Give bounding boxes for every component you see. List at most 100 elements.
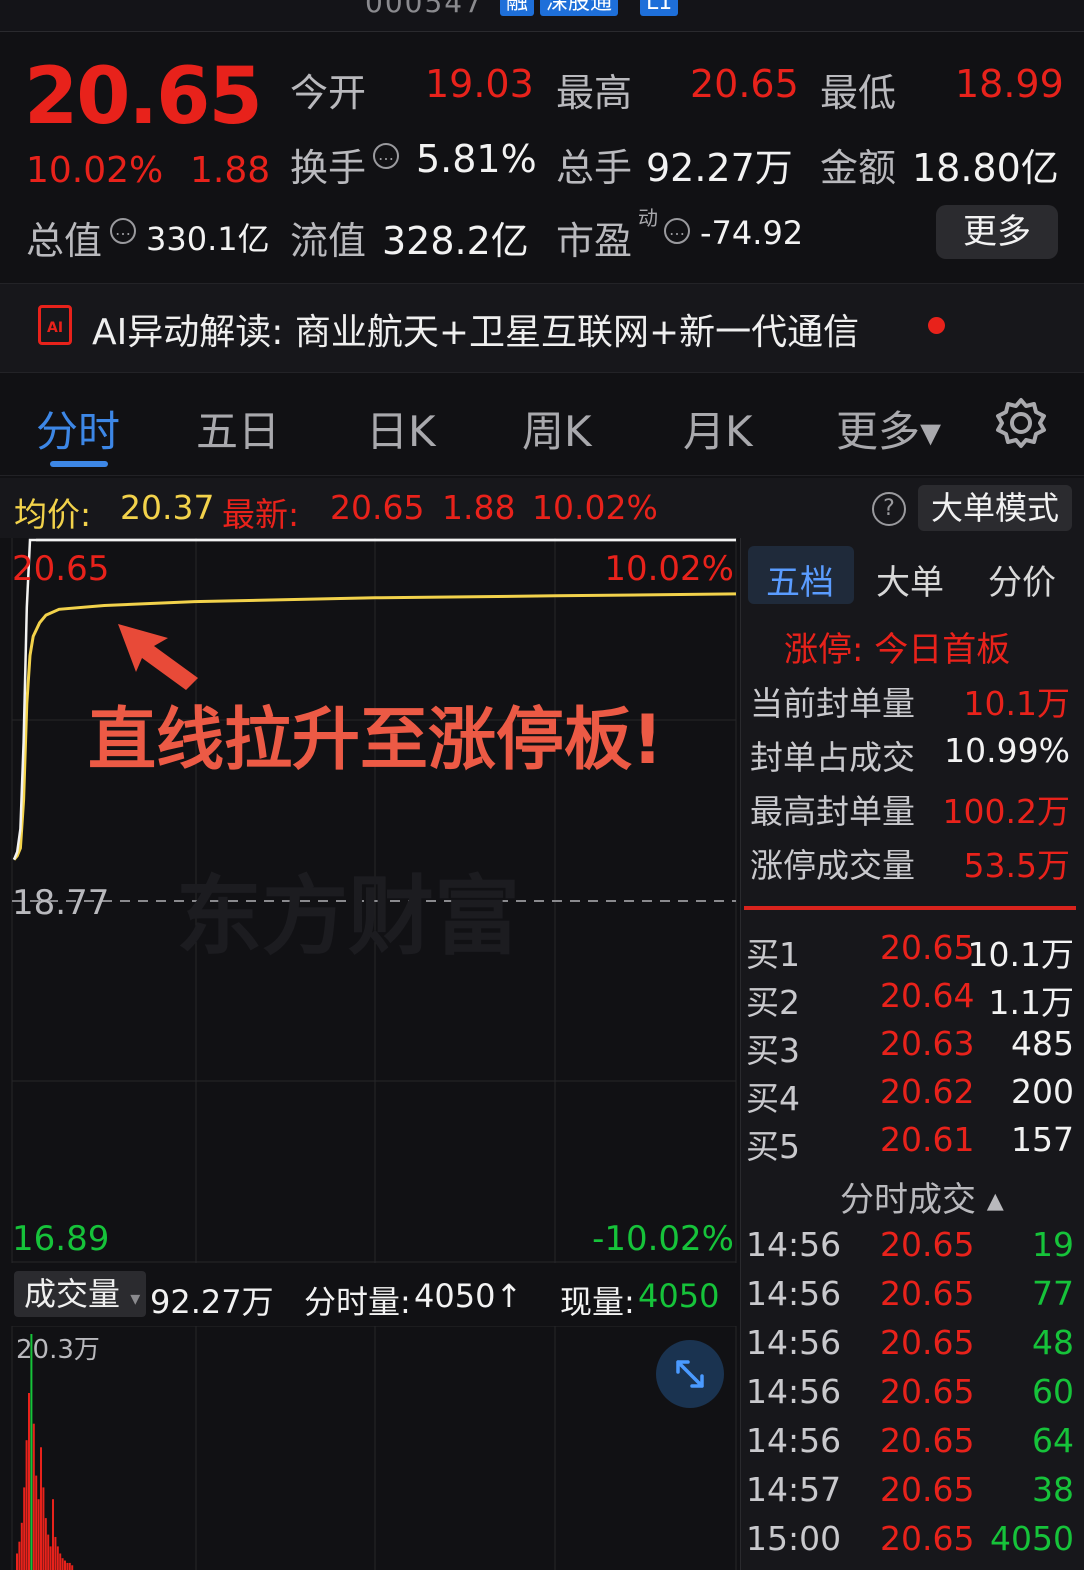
total-cap-value: 330.1亿 bbox=[146, 220, 270, 258]
limit-up-title: 涨停: 今日首板 bbox=[784, 630, 1011, 670]
volume-bar bbox=[35, 1475, 38, 1570]
tab-level5[interactable]: 五档 bbox=[766, 555, 834, 604]
tab-more[interactable]: 更多▾ bbox=[836, 398, 941, 459]
amount-value: 18.80亿 bbox=[912, 146, 1059, 190]
bid-price: 20.62 bbox=[880, 1072, 975, 1111]
divider bbox=[744, 906, 1076, 910]
seal-row-label: 当前封单量 bbox=[750, 684, 915, 723]
trade-price: 20.65 bbox=[880, 1274, 975, 1313]
volume-total: 92.27万 bbox=[150, 1283, 274, 1321]
avg-label: 均价: bbox=[14, 495, 92, 534]
trade-qty: 60 bbox=[1032, 1372, 1074, 1411]
seal-row-value: 10.99% bbox=[944, 731, 1070, 770]
total-cap-info-icon[interactable]: … bbox=[110, 218, 136, 244]
volume-bar bbox=[32, 1423, 35, 1570]
axis-top-price: 20.65 bbox=[12, 549, 109, 589]
volume-bar bbox=[66, 1562, 69, 1570]
expand-chart-button[interactable] bbox=[656, 1340, 724, 1408]
trade-price: 20.65 bbox=[880, 1519, 975, 1558]
volume-bar bbox=[56, 1546, 59, 1570]
tab-price-distribution[interactable]: 分价 bbox=[988, 555, 1056, 604]
bid-label: 买5 bbox=[746, 1127, 800, 1166]
high-label: 最高 bbox=[556, 71, 633, 115]
volume-bar bbox=[42, 1487, 45, 1570]
volume-grid bbox=[11, 1326, 737, 1570]
bid-qty: 157 bbox=[1011, 1120, 1074, 1159]
open-value: 19.03 bbox=[425, 62, 534, 106]
bid-qty: 1.1万 bbox=[988, 983, 1074, 1022]
seal-row-value: 10.1万 bbox=[963, 684, 1070, 723]
latest-value: 20.65 bbox=[330, 488, 425, 527]
trade-qty: 38 bbox=[1032, 1470, 1074, 1509]
turnover-label: 换手 bbox=[290, 146, 367, 190]
more-button[interactable]: 更多 bbox=[936, 205, 1058, 259]
annotation-arrow bbox=[118, 624, 198, 690]
volume-value: 92.27万 bbox=[646, 146, 793, 190]
settings-gear-icon[interactable] bbox=[994, 396, 1048, 450]
big-order-mode-button[interactable]: 大单模式 bbox=[918, 485, 1072, 531]
turnover-info-icon[interactable]: … bbox=[373, 143, 399, 169]
watermark: 东方财富 bbox=[176, 867, 520, 967]
float-cap-value: 328.2亿 bbox=[382, 219, 529, 263]
volume-bars bbox=[16, 1334, 74, 1570]
seal-row-value: 53.5万 bbox=[963, 846, 1070, 885]
expand-icon bbox=[676, 1360, 704, 1388]
volume-bar bbox=[40, 1447, 42, 1570]
axis-top-percent: 10.02% bbox=[604, 549, 734, 589]
connect-tag: 深股通 bbox=[540, 0, 619, 16]
tab-intraday[interactable]: 分时 bbox=[36, 398, 120, 459]
help-icon[interactable]: ? bbox=[872, 492, 906, 526]
trade-qty: 4050 bbox=[990, 1519, 1074, 1558]
bid-qty: 200 bbox=[1011, 1072, 1074, 1111]
bid-label: 买2 bbox=[746, 983, 800, 1022]
trade-time: 14:56 bbox=[746, 1274, 842, 1313]
trade-price: 20.65 bbox=[880, 1470, 975, 1509]
volume-bar bbox=[47, 1534, 50, 1570]
volume-bar bbox=[16, 1553, 18, 1570]
latest-label: 最新: bbox=[222, 495, 300, 534]
trade-qty: 48 bbox=[1032, 1323, 1074, 1362]
volume-chart[interactable]: 20.3万 bbox=[0, 1326, 740, 1570]
trades-title[interactable]: 分时成交 ▴ bbox=[840, 1172, 1004, 1221]
tab-big-orders[interactable]: 大单 bbox=[876, 555, 944, 604]
bid-qty: 485 bbox=[1011, 1024, 1074, 1063]
volume-indicator-select[interactable]: 成交量 ▾ bbox=[14, 1271, 146, 1317]
volume-bar bbox=[71, 1565, 74, 1570]
trade-price: 20.65 bbox=[880, 1372, 975, 1411]
low-value: 18.99 bbox=[955, 62, 1064, 106]
axis-bottom-price: 16.89 bbox=[12, 1219, 109, 1259]
tab-monthly-k[interactable]: 月K bbox=[683, 398, 753, 459]
latest-percent: 10.02% bbox=[532, 488, 658, 527]
volume-bar bbox=[20, 1522, 23, 1570]
trade-qty: 64 bbox=[1032, 1421, 1074, 1460]
trade-qty: 19 bbox=[1032, 1225, 1074, 1264]
tab-five-day[interactable]: 五日 bbox=[196, 398, 280, 459]
volume-bar bbox=[49, 1546, 52, 1570]
seal-row-label: 封单占成交 bbox=[750, 738, 915, 777]
minute-volume-label: 分时量: bbox=[304, 1283, 411, 1321]
bid-price: 20.63 bbox=[880, 1024, 975, 1063]
pe-value: -74.92 bbox=[700, 214, 804, 252]
volume-scale-label: 20.3万 bbox=[16, 1335, 100, 1365]
stock-code: 000547 bbox=[365, 0, 484, 19]
annotation-text: 直线拉升至涨停板! bbox=[88, 701, 663, 780]
tab-weekly-k[interactable]: 周K bbox=[522, 398, 592, 459]
pe-info-icon[interactable]: … bbox=[664, 218, 690, 244]
volume-label: 总手 bbox=[556, 146, 633, 190]
ai-document-icon: AI bbox=[38, 305, 72, 345]
seal-row-value: 100.2万 bbox=[942, 792, 1070, 831]
pe-dynamic-mark: 动 bbox=[638, 206, 658, 230]
ai-insight-text[interactable]: AI异动解读: 商业航天+卫星互联网+新一代通信 bbox=[92, 303, 859, 355]
volume-bar bbox=[18, 1541, 21, 1570]
tab-daily-k[interactable]: 日K bbox=[366, 398, 436, 459]
volume-bar bbox=[23, 1487, 26, 1570]
bid-label: 买4 bbox=[746, 1079, 800, 1118]
intraday-chart[interactable]: 东方财富 20.65 10.02% 18.77 16.89 -10.02% 直线… bbox=[0, 538, 740, 1263]
bid-price: 20.65 bbox=[880, 928, 975, 967]
volume-bar bbox=[30, 1334, 33, 1570]
volume-bar bbox=[28, 1393, 30, 1570]
volume-bar bbox=[44, 1518, 47, 1570]
current-price: 20.65 bbox=[24, 52, 263, 142]
volume-bar bbox=[25, 1440, 28, 1570]
seal-row-label: 最高封单量 bbox=[750, 792, 915, 831]
